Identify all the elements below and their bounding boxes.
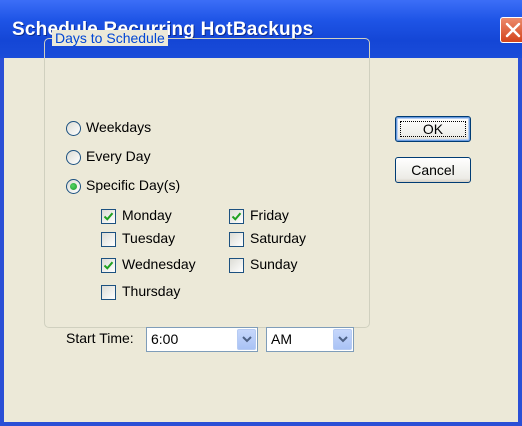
am-pm-value: AM — [271, 331, 292, 347]
checkbox-sunday[interactable] — [229, 258, 244, 273]
checkbox-monday[interactable] — [101, 209, 116, 224]
start-time-dropdown-button[interactable] — [237, 329, 256, 350]
ok-button[interactable]: OK — [395, 116, 471, 142]
focus-rectangle — [400, 121, 466, 137]
close-button[interactable] — [500, 17, 522, 43]
checkbox-friday-label[interactable]: Friday — [250, 207, 289, 223]
close-icon — [505, 22, 521, 38]
checkmark-icon — [103, 212, 114, 221]
start-time-label: Start Time: — [66, 330, 134, 346]
checkbox-tuesday-label[interactable]: Tuesday — [122, 230, 175, 246]
checkbox-saturday[interactable] — [229, 232, 244, 247]
start-time-select[interactable]: 6:00 — [146, 327, 258, 352]
checkbox-wednesday-label[interactable]: Wednesday — [122, 256, 196, 272]
checkmark-icon — [103, 261, 114, 270]
checkmark-icon — [231, 212, 242, 221]
am-pm-dropdown-button[interactable] — [333, 329, 352, 350]
checkbox-thursday-label[interactable]: Thursday — [122, 283, 180, 299]
radio-selected-dot — [70, 183, 77, 190]
checkbox-thursday[interactable] — [101, 285, 116, 300]
start-time-value: 6:00 — [151, 331, 179, 347]
chevron-down-icon — [338, 336, 348, 343]
checkbox-wednesday[interactable] — [101, 258, 116, 273]
checkbox-sunday-label[interactable]: Sunday — [250, 256, 297, 272]
chevron-down-icon — [242, 336, 252, 343]
checkbox-monday-label[interactable]: Monday — [122, 207, 172, 223]
radio-specific-days-label[interactable]: Specific Day(s) — [86, 177, 180, 193]
am-pm-select[interactable]: AM — [266, 327, 354, 352]
days-group-label: Days to Schedule — [52, 30, 168, 46]
cancel-button[interactable]: Cancel — [395, 157, 471, 183]
checkbox-friday[interactable] — [229, 209, 244, 224]
radio-weekdays-label[interactable]: Weekdays — [86, 119, 151, 135]
dialog-window: Schedule Recurring HotBackups Days to Sc… — [0, 0, 522, 426]
radio-every-day[interactable] — [66, 150, 81, 165]
radio-specific-days[interactable] — [66, 179, 81, 194]
checkbox-tuesday[interactable] — [101, 232, 116, 247]
radio-weekdays[interactable] — [66, 121, 81, 136]
cancel-button-label: Cancel — [411, 162, 455, 178]
checkbox-saturday-label[interactable]: Saturday — [250, 230, 306, 246]
radio-every-day-label[interactable]: Every Day — [86, 148, 151, 164]
